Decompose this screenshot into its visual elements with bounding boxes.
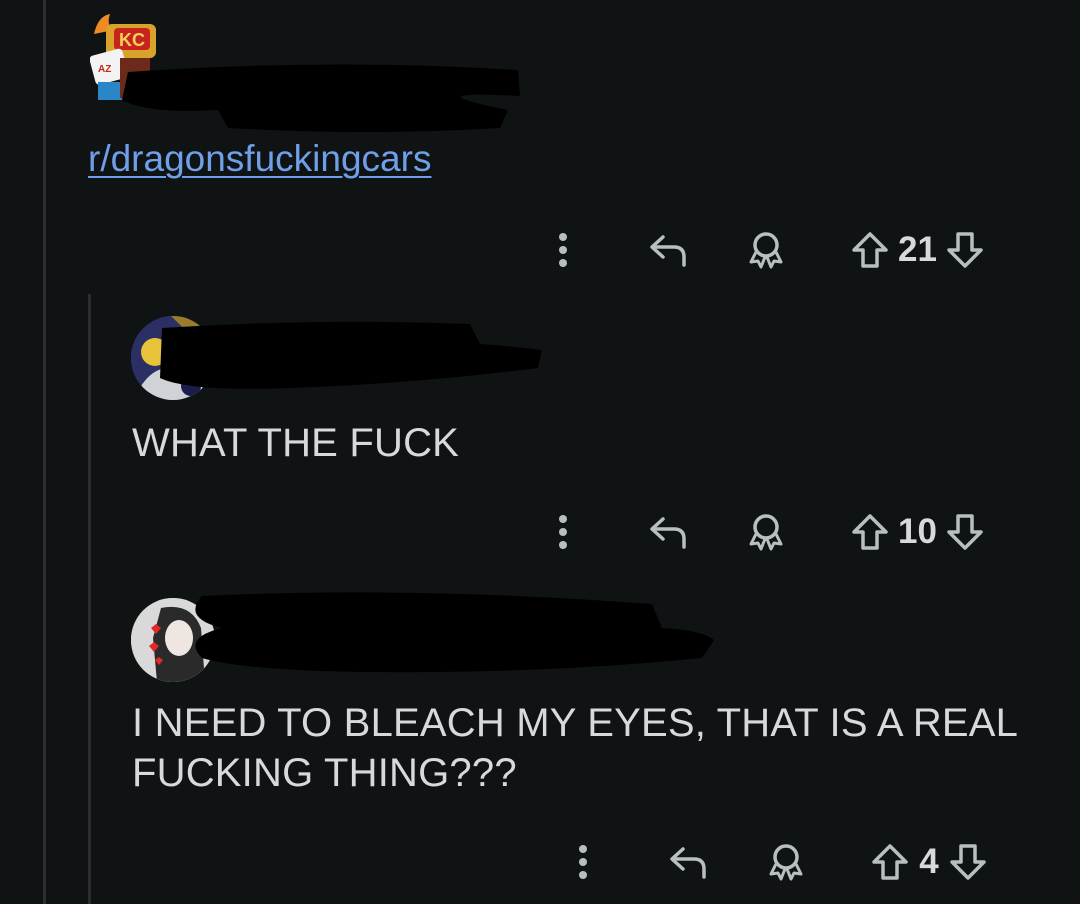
reply-icon[interactable] [668,843,708,881]
award-icon[interactable] [746,230,786,270]
more-icon[interactable] [548,514,578,550]
reply-icon[interactable] [648,513,688,551]
svg-text:KC: KC [119,30,145,50]
upvote-icon[interactable] [870,842,910,882]
award-icon[interactable] [766,842,806,882]
comment-actions: 21 [548,226,985,274]
vote-score: 10 [898,512,937,551]
award-icon[interactable] [746,512,786,552]
reply-icon[interactable] [648,231,688,269]
vote-score: 21 [898,230,937,269]
downvote-icon[interactable] [945,230,985,270]
comment-body-line: FUCKING THING??? [132,751,517,795]
more-icon[interactable] [568,844,598,880]
upvote-icon[interactable] [850,230,890,270]
comment-actions: 10 [548,508,985,556]
comment-body: WHAT THE FUCK [132,421,460,465]
redacted-username [162,588,722,683]
more-icon[interactable] [548,232,578,268]
comment-body: I NEED TO BLEACH MY EYES, THAT IS A REAL… [132,698,1018,798]
downvote-icon[interactable] [945,512,985,552]
vote-score: 4 [919,842,939,881]
thread-line-outer[interactable] [43,0,46,904]
comment-body-line: I NEED TO BLEACH MY EYES, THAT IS A REAL [132,701,1019,745]
comment-thread: KC AZ r/dragonsfuckingcars 21 WHAT THE F… [0,0,1080,904]
downvote-icon[interactable] [948,842,988,882]
redacted-username [108,50,548,145]
comment-actions: 4 [568,838,988,886]
thread-line-inner[interactable] [88,294,91,904]
upvote-icon[interactable] [850,512,890,552]
redacted-username [150,318,550,403]
subreddit-link[interactable]: r/dragonsfuckingcars [88,138,431,180]
